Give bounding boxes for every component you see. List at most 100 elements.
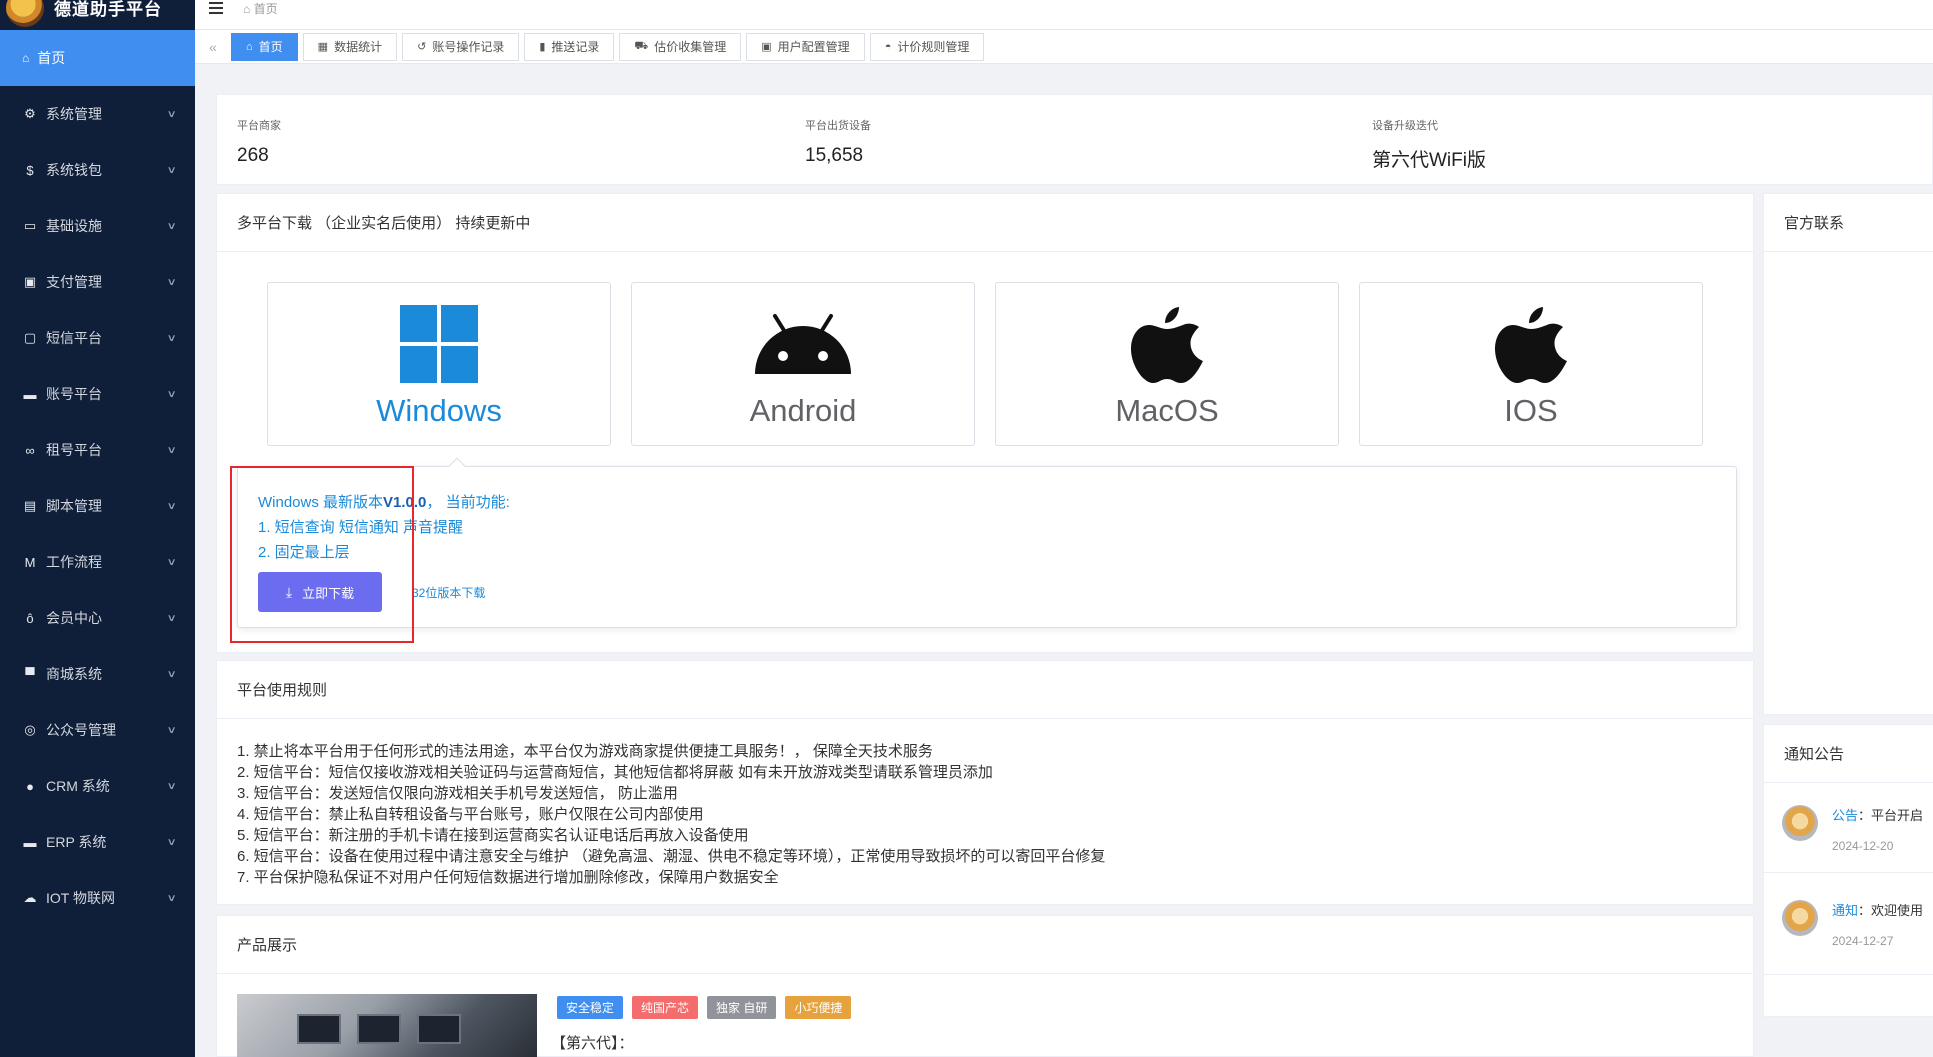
badge: 安全稳定 xyxy=(557,996,624,1019)
apple-icon xyxy=(1131,303,1203,385)
tabs-bar: « ⌂ 首页 ▦ 数据统计 ↺ 账号操作记录 ▮ 推送记录 ⛟ 估价收集管理 ▣ 用户配置管… xyxy=(195,30,1933,64)
platform-ios[interactable]: IOS xyxy=(1359,282,1703,446)
sidebar-item-label: 脚本管理 xyxy=(46,498,102,514)
monitor-icon: ▭ xyxy=(23,218,37,233)
product-image xyxy=(237,994,537,1057)
tab-home[interactable]: ⌂ 首页 xyxy=(231,32,298,61)
chevron-down-icon: ∨ xyxy=(166,556,177,568)
sidebar-item-system[interactable]: ⚙ 系统管理 ∨ xyxy=(0,86,195,142)
shop-icon: ▀ xyxy=(25,666,35,682)
platform-name: IOS xyxy=(1504,393,1558,428)
tab-label: 估价收集管理 xyxy=(654,40,727,54)
badge: 独家 自研 xyxy=(707,996,777,1019)
home-icon: ⌂ xyxy=(22,51,30,65)
platform-android[interactable]: Android xyxy=(631,282,975,446)
tab-user-config[interactable]: ▣ 用户配置管理 xyxy=(746,32,865,61)
notice-title: 通知公告 xyxy=(1764,725,1933,783)
dollar-icon: $ xyxy=(26,162,34,178)
script-icon: ▤ xyxy=(23,498,37,513)
sidebar-item-label: ERP 系统 xyxy=(46,834,107,850)
stat-devices: 平台出货设备 15,658 xyxy=(805,117,871,167)
platform-windows[interactable]: Windows xyxy=(267,282,611,446)
sidebar-item-crm[interactable]: ● CRM 系统 ∨ xyxy=(0,758,195,814)
topbar: ⌂ 首页 xyxy=(195,0,1933,30)
platform-macos[interactable]: MacOS xyxy=(995,282,1339,446)
sidebar-item-iot[interactable]: ☁ IOT 物联网 ∨ xyxy=(0,870,195,926)
chevron-down-icon: ∨ xyxy=(166,332,177,344)
bicycle-icon: ô xyxy=(26,610,34,626)
download-32bit-link[interactable]: 32位版本下载 xyxy=(412,584,485,601)
divider xyxy=(1764,974,1933,975)
chevron-down-icon: ∨ xyxy=(166,612,177,624)
stat-label: 设备升级迭代 xyxy=(1372,120,1438,132)
sidebar-item-member[interactable]: ô 会员中心 ∨ xyxy=(0,590,195,646)
sidebar-menu: ⚙ 系统管理 ∨ $ 系统钱包 ∨ ▭ 基础设施 ∨ ▣ 支付管理 ∨ ▢ 短信平台 ∨ ▬ 账号平台… xyxy=(0,86,195,926)
home-icon: ⌂ xyxy=(246,40,253,53)
user-icon: ● xyxy=(26,778,34,794)
tab-data-stats[interactable]: ▦ 数据统计 xyxy=(302,32,398,61)
rule-item: 1. 禁止将本平台用于任何形式的违法用途，本平台仅为游戏商家提供便捷工具服务！，… xyxy=(237,743,933,760)
sidebar-item-label: CRM 系统 xyxy=(46,778,110,794)
chevron-down-icon: ∨ xyxy=(166,724,177,736)
stat-label: 平台商家 xyxy=(237,120,281,132)
tab-pricing-rules[interactable]: ◓ 计价规则管理 xyxy=(869,32,985,61)
tab-account-log[interactable]: ↺ 账号操作记录 xyxy=(402,32,520,61)
chevron-down-icon: ∨ xyxy=(166,220,177,232)
tab-push-log[interactable]: ▮ 推送记录 xyxy=(524,32,615,61)
home-icon: ⌂ xyxy=(243,2,251,16)
sidebar-item-home[interactable]: ⌂ 首页 xyxy=(0,30,195,86)
notice-type[interactable]: 通知 xyxy=(1832,903,1858,918)
version-suffix: ， 当前功能: xyxy=(426,494,510,511)
sidebar-item-shop[interactable]: ▀ 商城系统 ∨ xyxy=(0,646,195,702)
popover-arrow xyxy=(448,457,466,475)
platform-name: Windows xyxy=(376,393,502,428)
chevron-down-icon: ∨ xyxy=(166,836,177,848)
sidebar-item-sms[interactable]: ▢ 短信平台 ∨ xyxy=(0,310,195,366)
windows-icon xyxy=(400,303,478,385)
chevron-down-icon: ∨ xyxy=(166,668,177,680)
app-name: 德道助手平台 xyxy=(54,0,162,19)
badge: 纯国产芯 xyxy=(632,996,699,1019)
download-card: 多平台下载 （企业实名后使用） 持续更新中 Windows Android Ma… xyxy=(216,193,1754,653)
badge: 小巧便捷 xyxy=(785,996,852,1019)
cloud-icon: ☁ xyxy=(23,890,37,905)
gauge-icon: ◓ xyxy=(884,40,892,53)
notice-type[interactable]: 公告 xyxy=(1832,808,1858,823)
sidebar-item-workflow[interactable]: M 工作流程 ∨ xyxy=(0,534,195,590)
device-chip xyxy=(417,1014,461,1044)
rule-item: 3. 短信平台：发送短信仅限向游戏相关手机号发送短信， 防止滥用 xyxy=(237,785,678,802)
android-icon xyxy=(751,303,855,385)
stat-merchants: 平台商家 268 xyxy=(237,117,281,167)
rule-item: 5. 短信平台：新注册的手机卡请在接到运营商实名认证电话后再放入设备使用 xyxy=(237,827,749,844)
chevron-down-icon: ∨ xyxy=(166,892,177,904)
sidebar-item-erp[interactable]: ▬ ERP 系统 ∨ xyxy=(0,814,195,870)
sidebar-item-label: 会员中心 xyxy=(46,610,102,626)
sidebar-item-script[interactable]: ▤ 脚本管理 ∨ xyxy=(0,478,195,534)
tab-valuation[interactable]: ⛟ 估价收集管理 xyxy=(619,32,742,61)
app-logo[interactable]: 德道助手平台 xyxy=(0,0,195,28)
breadcrumb-home[interactable]: 首页 xyxy=(254,2,278,16)
chevron-down-icon: ∨ xyxy=(166,388,177,400)
chevron-down-icon: ∨ xyxy=(166,108,177,120)
briefcase-icon: ▬ xyxy=(23,386,37,402)
sidebar-item-rental[interactable]: ∞ 租号平台 ∨ xyxy=(0,422,195,478)
sidebar-item-account[interactable]: ▬ 账号平台 ∨ xyxy=(0,366,195,422)
sidebar-item-wallet[interactable]: $ 系统钱包 ∨ xyxy=(0,142,195,198)
menu-toggle-icon[interactable] xyxy=(209,1,223,14)
notice-content: ：平台开启 xyxy=(1858,808,1924,823)
rule-item: 6. 短信平台：设备在使用过程中请注意安全与维护 （避免高温、潮湿、供电不稳定等… xyxy=(237,848,1106,865)
sidebar-item-official[interactable]: ◎ 公众号管理 ∨ xyxy=(0,702,195,758)
sidebar-item-infra[interactable]: ▭ 基础设施 ∨ xyxy=(0,198,195,254)
contact-title: 官方联系 xyxy=(1764,194,1933,252)
tab-label: 首页 xyxy=(258,40,283,54)
stat-value: 268 xyxy=(237,145,269,166)
chevron-down-icon: ∨ xyxy=(166,276,177,288)
platform-name: MacOS xyxy=(1115,393,1219,428)
notice-card: 通知公告 公告：平台开启 2024-12-20 通知：欢迎使用 2024-12-… xyxy=(1763,724,1933,1017)
sidebar-item-payment[interactable]: ▣ 支付管理 ∨ xyxy=(0,254,195,310)
double-chevron-left-icon[interactable]: « xyxy=(195,39,231,55)
product-subtitle: 【第六代】： xyxy=(551,1035,634,1052)
rules-list: 1. 禁止将本平台用于任何形式的违法用途，本平台仅为游戏商家提供便捷工具服务！，… xyxy=(217,661,1125,888)
sidebar-item-label: 工作流程 xyxy=(46,554,102,570)
sidebar-item-label: 公众号管理 xyxy=(46,722,116,738)
